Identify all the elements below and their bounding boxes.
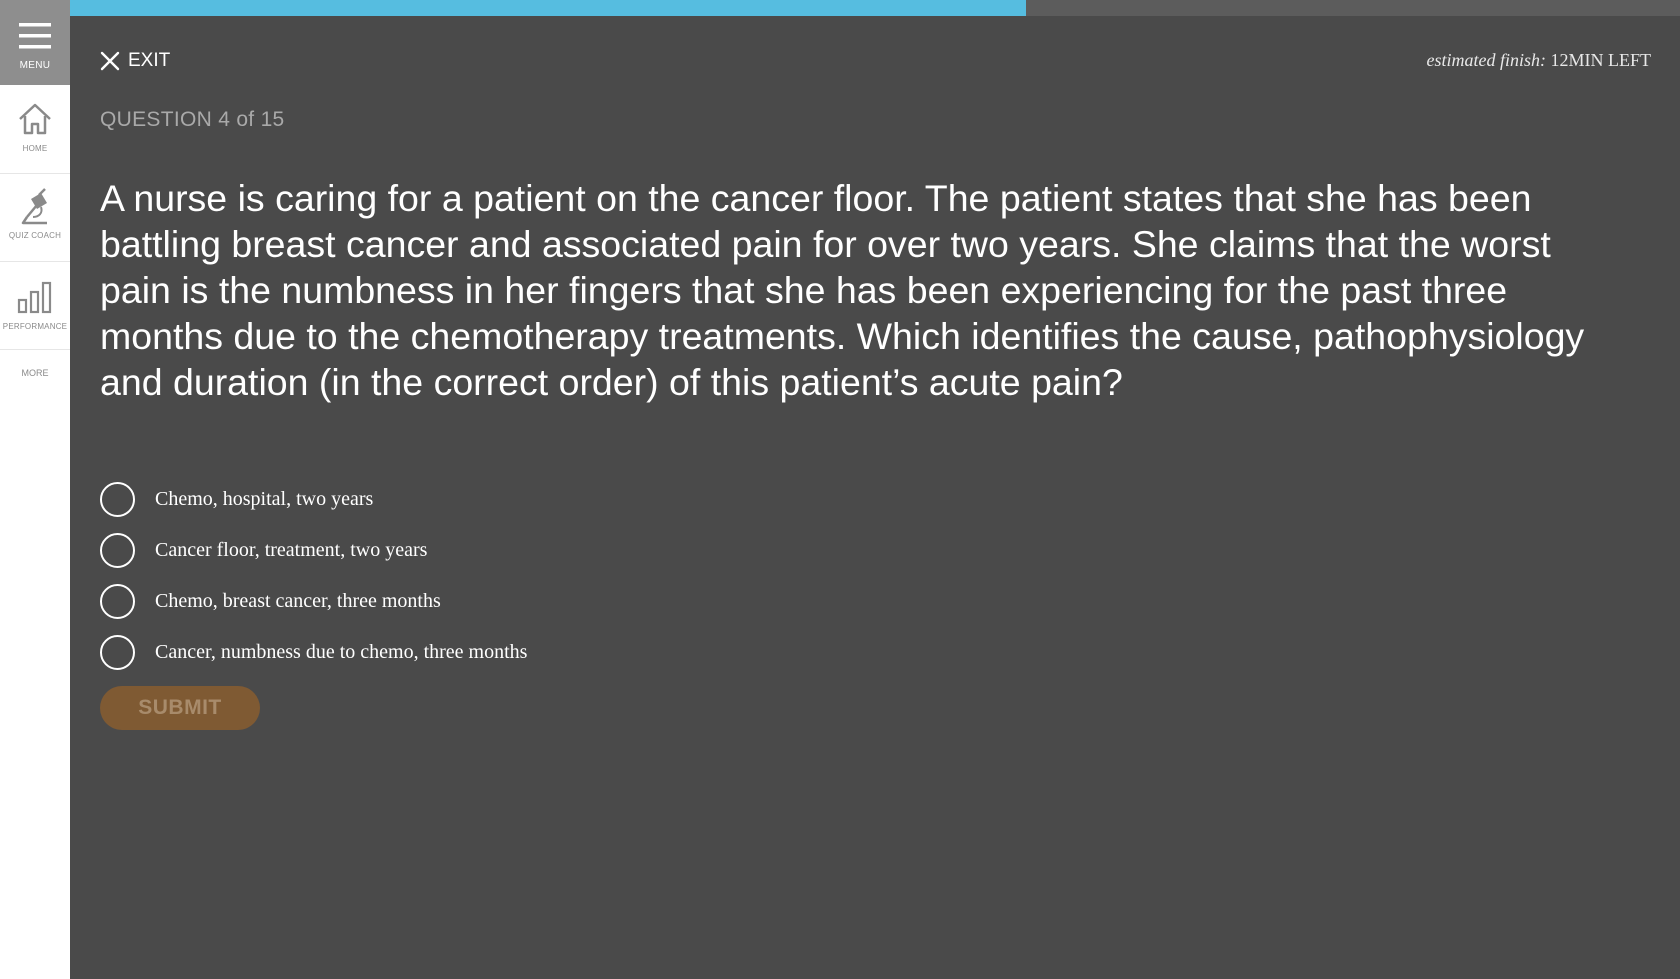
sidebar-item-home[interactable]: HOME — [0, 86, 70, 174]
progress-bar — [70, 0, 1680, 16]
exit-button[interactable]: EXIT — [100, 50, 170, 72]
question-text: A nurse is caring for a patient on the c… — [100, 177, 1585, 403]
option-label: Cancer, numbness due to chemo, three mon… — [155, 640, 528, 663]
close-icon — [100, 51, 120, 71]
sidebar-item-label: QUIZ COACH — [8, 231, 62, 240]
menu-label: MENU — [19, 60, 51, 71]
answer-options: Chemo, hospital, two years Cancer floor,… — [100, 480, 527, 684]
sidebar-item-label: HOME — [22, 144, 48, 153]
sidebar-more[interactable]: MORE — [0, 368, 70, 378]
menu-button[interactable]: MENU — [0, 0, 70, 85]
estimate-prefix: estimated finish: — [1426, 50, 1547, 70]
estimated-finish: estimated finish: 12MIN LEFT — [1427, 50, 1652, 71]
quiz-coach-icon — [21, 188, 47, 225]
option-label: Cancer floor, treatment, two years — [155, 538, 428, 561]
radio-button[interactable] — [100, 634, 135, 670]
answer-option[interactable]: Chemo, breast cancer, three months — [100, 582, 527, 620]
radio-button[interactable] — [100, 481, 135, 517]
answer-option[interactable]: Cancer, numbness due to chemo, three mon… — [100, 633, 527, 671]
submit-button[interactable]: SUBMIT — [100, 686, 260, 730]
option-label: Chemo, hospital, two years — [155, 487, 374, 510]
progress-fill — [70, 0, 1027, 16]
answer-option[interactable]: Chemo, hospital, two years — [100, 480, 527, 518]
radio-button[interactable] — [100, 532, 135, 568]
answer-option[interactable]: Cancer floor, treatment, two years — [100, 531, 527, 569]
home-icon — [19, 103, 51, 135]
hamburger-icon — [19, 23, 51, 49]
sidebar-item-quiz-coach[interactable]: QUIZ COACH — [0, 174, 70, 262]
radio-button[interactable] — [100, 583, 135, 619]
question-counter: QUESTION 4 of 15 — [100, 108, 285, 131]
estimate-value: 12MIN LEFT — [1550, 50, 1652, 70]
sidebar: MENU HOME QUIZ COACH PERFORMANCE MORE — [0, 0, 70, 979]
bar-chart-icon — [17, 281, 52, 314]
sidebar-item-performance[interactable]: PERFORMANCE — [0, 262, 70, 350]
sidebar-item-label: PERFORMANCE — [2, 322, 68, 331]
exit-label: EXIT — [128, 50, 171, 71]
option-label: Chemo, breast cancer, three months — [155, 589, 441, 612]
